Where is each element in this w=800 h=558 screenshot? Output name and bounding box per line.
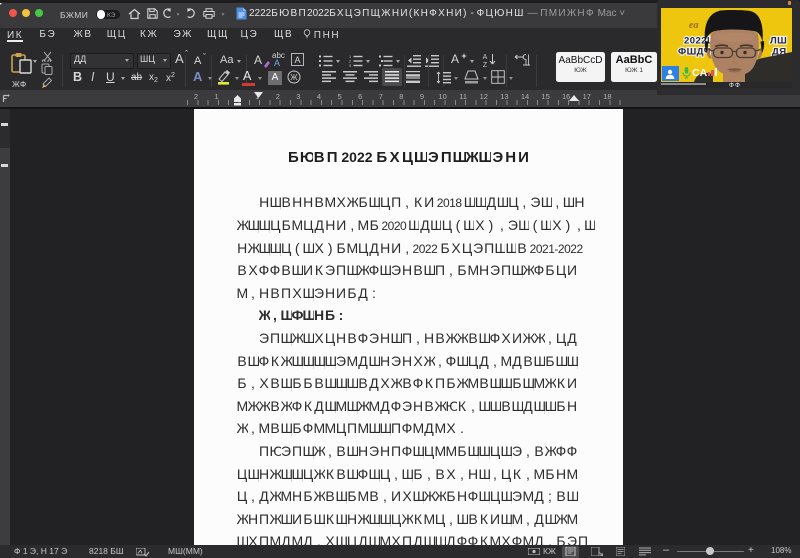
svg-text:Z: Z — [483, 62, 488, 68]
svg-text:ЛШ: ЛШ — [770, 35, 787, 46]
svg-text:2: 2 — [349, 60, 351, 64]
svg-text:1: 1 — [349, 55, 351, 59]
svg-text:ea: ea — [689, 20, 698, 31]
svg-text:A: A — [294, 55, 300, 65]
svg-text:Ж: Ж — [290, 73, 298, 82]
svg-text:A: A — [483, 54, 488, 61]
svg-text:3: 3 — [349, 64, 351, 68]
